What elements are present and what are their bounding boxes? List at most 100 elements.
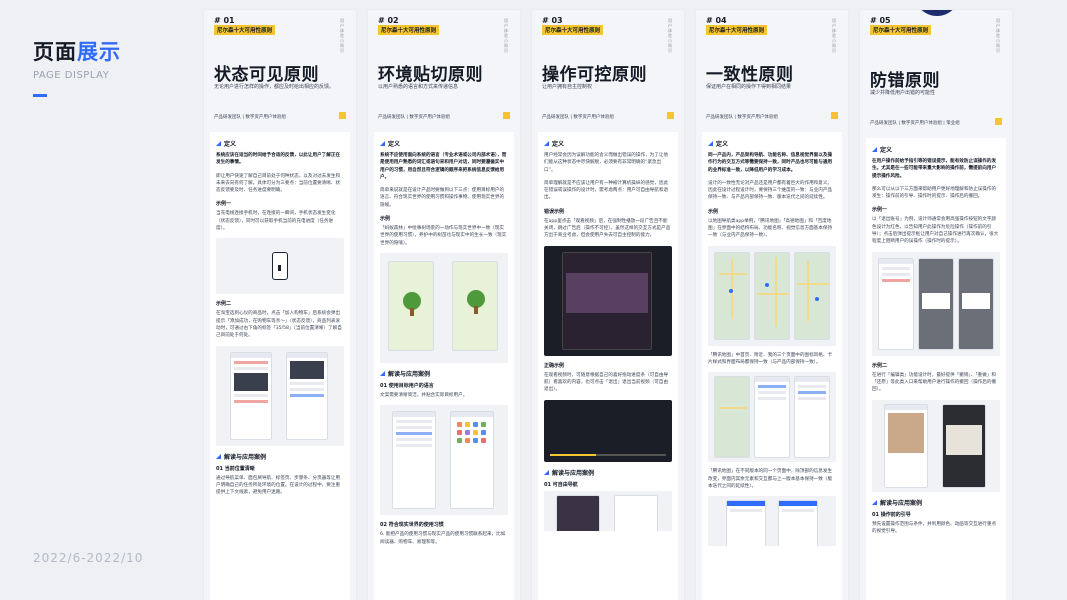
card-tag: 尼尔森十大可用性原则 [870,25,932,35]
case-subtitle: 01 可自由导航 [544,481,578,488]
definition-text: 用户经常会因为误解功能的含义而做出错误的操作，为了让他们能从这种状态中尽快解脱，… [544,153,669,173]
definition-detail: 简单来说就是在设计产品时要做到以下三点：使用目标用户的语言、符合现实世界的使用习… [380,188,505,208]
triangle-icon [708,141,713,146]
progress-bar[interactable] [550,453,666,456]
card-team: 产品研发团队 | 数字资产用户体验组 [542,115,614,120]
section-title: 解读与应用案例 [216,452,344,461]
case-subtitle: 01 当前位置清晰 [216,465,255,472]
example-text: 「蚂蚁森林」中绘事树场景的一动作与现实世界中一致（现实世界的使用习惯），养护中的… [380,226,507,246]
case-subtitle: 01 操作前的引导 [872,511,911,518]
page-title-part1: 页面 [33,40,77,64]
example-text: 「腾讯地图」在不同版本的同一个页面中，除顶部的信息发生改变，界面内其余元素和交互… [708,469,833,489]
card-title: 操作可控原则 [542,65,647,85]
card-body: 定义 系统不应使用面向系统的语言（专业术语或公司内部术语），而是使用用户熟悉的词… [374,132,514,600]
case-text: 预先设置操作范围与条件，并利用颜色、动画等交互进行重点的视觉引导。 [872,521,997,534]
ad-video-screenshot [544,245,672,356]
card-team: 产品研发团队 | 数字资产用户体验组 | 策业组 [870,121,960,126]
case-subtitle: 02 符合现实世界的使用习惯 [380,522,444,529]
triangle-icon [380,141,385,146]
card-number: # 03 [542,16,563,25]
triangle-icon [544,469,549,475]
card-body: 定义 同一产品内，产品架构导航、功能名称、信息视觉界面以及操作行为的交互方式等需… [702,132,842,600]
section-title: 定义 [380,139,508,148]
principle-card-2: # 02 尼尔森十大可用性原则 用户体验小知识 环境贴切原则 以用户熟悉的语言和… [368,10,520,600]
card-number: # 04 [706,16,727,25]
taobao-screenshot [216,345,344,446]
section-title: 定义 [216,139,344,148]
example-text: 以「退出账号」为例，设计师通常会用高强操作按钮的文字颜色设计为红色，以告知用户此… [872,217,999,245]
case-subtitle: 01 使用目标用户的语言 [380,382,434,389]
definition-text: 系统不应使用面向系统的语言（专业术语或公司内部术语），而是使用用户熟悉的词汇或语… [380,153,507,180]
example-text: 「腾讯地图」中首页、附近、我的三个页面中的图标风格、卡片样式和界面布局都保持一致… [708,352,833,365]
left-panel: 页面展示 PAGE DISPLAY 2022/6-2022/10 [0,0,205,600]
logout-dialog-screenshot [872,251,1000,356]
card-team: 产品研发团队 | 数字资产用户体验组 [706,115,778,120]
card-tag: 尼尔森十大可用性原则 [214,25,276,35]
section-title: 定义 [708,139,836,148]
version-compare-screenshot [708,496,836,547]
yellow-square-icon [831,112,838,119]
definition-detail: 那么可以从以下三方面来帮助用户更好地理解和防止误操作的发生：操作前的引导、操作时… [872,186,997,200]
card-team: 产品研发团队 | 数字资产用户体验组 [378,115,450,120]
definition-text: 在用户操作前给予指引等的错误提示，能有效防止误操作的发生。尤其是在一些可能带来重… [872,159,997,179]
card-title: 环境贴切原则 [378,65,483,85]
page-subtitle: PAGE DISPLAY [33,70,110,81]
principle-card-5: # 05 尼尔森十大可用性原则 用户体验小知识 防错原则 减少并降低用户出错的可… [860,10,1012,600]
card-title: 防错原则 [870,71,940,91]
card-number: # 05 [870,16,891,25]
example-text: 在淘宝选到心仪的商品时，点击「加入购物车」后系统会弹出提示「添加成功，在购物车等… [216,311,342,339]
card-side-label: 用户体验小知识 [996,18,1000,53]
example-title: 示例一 [216,201,232,208]
card-description: 以用户熟悉的语言和方式来传递信息 [378,84,459,90]
case-text: 通过导航菜单、面包屑导航、标签页、步骤条、分页器等让用户明确自己的任务所处环境的… [216,475,341,496]
example-title: 示例二 [216,301,232,308]
yellow-square-icon [503,112,510,119]
card-side-label: 用户体验小知识 [504,18,508,53]
charging-phone-image [216,238,344,295]
example-title: 错误示例 [544,208,565,215]
section-title: 解读与应用案例 [380,369,508,378]
definition-detail: 设计的一致性无论对产品还是用户都有着巨大的作用和意义。因此在设计过程设计时，要保… [708,180,833,201]
card-title: 状态可见原则 [214,65,319,85]
definition-detail: 简单理解就是不应该让用户有一种被计算机操纵的感觉，因此在错误或误操作的设计时，需… [544,180,669,201]
page-title: 页面展示 [33,36,121,66]
section-title: 解读与应用案例 [544,468,672,477]
principle-card-3: # 03 尼尔森十大可用性原则 用户体验小知识 操作可控原则 让用户拥有自主控制… [532,10,684,600]
triangle-icon [216,141,221,146]
section-title: 解读与应用案例 [872,498,1000,507]
principle-card-1: # 01 尼尔森十大可用性原则 用户体验小知识 状态可见原则 无论用户进行怎样的… [204,10,356,600]
edit-undo-screenshot [872,399,1000,492]
triangle-icon [872,499,877,505]
example-text: 以地图导航类app举例，「腾讯地图」「高德地图」和「百度地图」在界面中的结构布局… [708,218,833,239]
example-title: 正确示例 [544,362,565,369]
card-number: # 02 [378,16,399,25]
card-description: 让用户拥有自主控制权 [542,84,593,90]
card-tag: 尼尔森十大可用性原则 [542,25,604,35]
example-text: 在观看视频时，可随意根据自己的喜好拖动进度条（可自由导航）看喜欢的内容，也可点击… [544,372,669,393]
navigation-screens-image [544,490,672,531]
example-text: 当充电线连接手机时，在连接的一瞬间，手机状态发生变化（状态反馈），同时可以获取手… [216,211,336,232]
map-pin-icon [815,296,819,301]
triangle-icon [380,370,385,376]
case-text: 6. 能把产品的使用习惯与现实产品的使用习惯联系起来，比如阅读器、购物车、易理和… [380,532,506,545]
card-number: # 01 [214,16,235,25]
card-body: 定义 系统应该在适当的时间给予合适的反馈，以此让用户了解正在发生的事情。 即让用… [210,132,350,600]
video-player-screenshot [544,399,672,462]
example-title: 示例 [380,216,391,223]
accent-bar [33,94,47,97]
example-title: 示例一 [872,207,888,214]
section-title: 定义 [544,139,672,148]
yellow-square-icon [667,112,674,119]
app-screens-image [380,405,508,516]
definition-detail: 即让用户快速了解自己目前处于何种状态，以及对过去发生和未来去向有何了解。具体可分… [216,173,341,194]
map-pin-icon [729,288,733,293]
phone-charging-icon [272,252,288,281]
card-team: 产品研发团队 | 数字资产用户体验组 [214,115,286,120]
card-tag: 尼尔森十大可用性原则 [378,25,440,35]
card-description: 减少并降低用户出错的可能性 [870,90,936,96]
map-pin-icon [765,282,769,287]
card-side-label: 用户体验小知识 [832,18,836,53]
card-description: 保证用户在相同的操作下得到相同结果 [706,84,792,90]
definition-text: 系统应该在适当的时间给予合适的反馈，以此让用户了解正在发生的事情。 [216,153,341,166]
ant-forest-screenshot [380,252,508,363]
